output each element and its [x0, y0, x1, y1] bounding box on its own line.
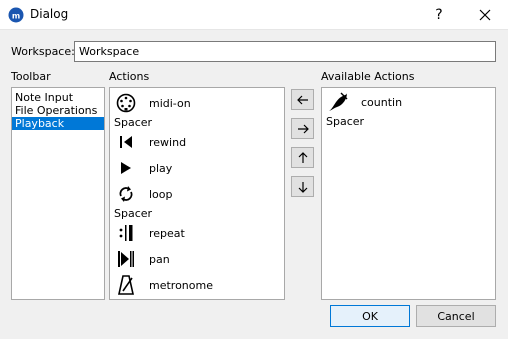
available-label: countin — [361, 95, 403, 109]
ok-button[interactable]: OK — [330, 305, 410, 327]
action-item-loop[interactable]: loop — [115, 183, 173, 205]
repeat-icon — [115, 222, 137, 244]
rewind-icon — [115, 131, 137, 153]
action-item-midi-on[interactable]: midi-on — [115, 92, 191, 114]
action-label: midi-on — [149, 96, 191, 110]
svg-text:m: m — [12, 12, 20, 21]
arrow-right-icon — [297, 124, 309, 133]
action-label: pan — [149, 252, 170, 266]
toolbar-item-note-input[interactable]: Note Input — [12, 91, 104, 104]
help-button[interactable]: ? — [428, 4, 450, 26]
action-label: metronome — [149, 278, 213, 292]
countin-icon — [327, 91, 349, 113]
available-label: Spacer — [326, 115, 365, 128]
action-label: Spacer — [114, 207, 153, 220]
cancel-button[interactable]: Cancel — [416, 305, 496, 327]
action-item-play[interactable]: play — [115, 157, 172, 179]
actions-list[interactable]: midi-on Spacer rewind play loop Spacer r… — [109, 87, 285, 300]
move-left-button[interactable] — [291, 89, 314, 110]
available-item-spacer[interactable]: Spacer — [326, 115, 364, 128]
close-icon — [479, 9, 491, 21]
action-item-spacer[interactable]: Spacer — [114, 116, 152, 129]
metronome-icon — [115, 274, 137, 296]
actions-label: Actions — [109, 70, 150, 83]
action-item-pan[interactable]: pan — [115, 248, 170, 270]
window-title: Dialog — [30, 7, 69, 21]
action-item-repeat[interactable]: repeat — [115, 222, 185, 244]
available-item-countin[interactable]: countin — [327, 91, 402, 113]
action-item-rewind[interactable]: rewind — [115, 131, 186, 153]
arrow-left-icon — [296, 95, 308, 104]
workspace-input[interactable] — [74, 41, 496, 62]
action-label: repeat — [149, 226, 185, 240]
play-icon — [115, 157, 137, 179]
musescore-icon: m — [8, 7, 24, 23]
move-up-button[interactable] — [291, 147, 314, 168]
close-button[interactable] — [474, 4, 496, 26]
pan-icon — [115, 248, 137, 270]
action-label: play — [149, 161, 173, 175]
action-label: rewind — [149, 135, 187, 149]
midi-port-icon — [115, 92, 137, 114]
action-item-metronome[interactable]: metronome — [115, 274, 213, 296]
action-item-spacer[interactable]: Spacer — [114, 207, 152, 220]
title-bar: m Dialog ? — [0, 0, 508, 30]
toolbar-item-file-operations[interactable]: File Operations — [12, 104, 104, 117]
action-label: Spacer — [114, 116, 153, 129]
available-actions-list[interactable]: countin Spacer — [321, 87, 496, 300]
available-actions-label: Available Actions — [321, 70, 415, 83]
workspace-label: Workspace: — [11, 45, 75, 58]
toolbar-item-playback-controls[interactable]: Playback Controls — [12, 117, 104, 143]
toolbar-list[interactable]: Note Input File Operations Playback Cont… — [11, 87, 105, 300]
move-right-button[interactable] — [291, 118, 314, 139]
move-down-button[interactable] — [291, 176, 314, 197]
arrow-up-icon — [298, 151, 307, 163]
arrow-down-icon — [298, 181, 307, 193]
action-label: loop — [149, 187, 173, 201]
toolbar-label: Toolbar — [11, 70, 51, 83]
loop-icon — [115, 183, 137, 205]
